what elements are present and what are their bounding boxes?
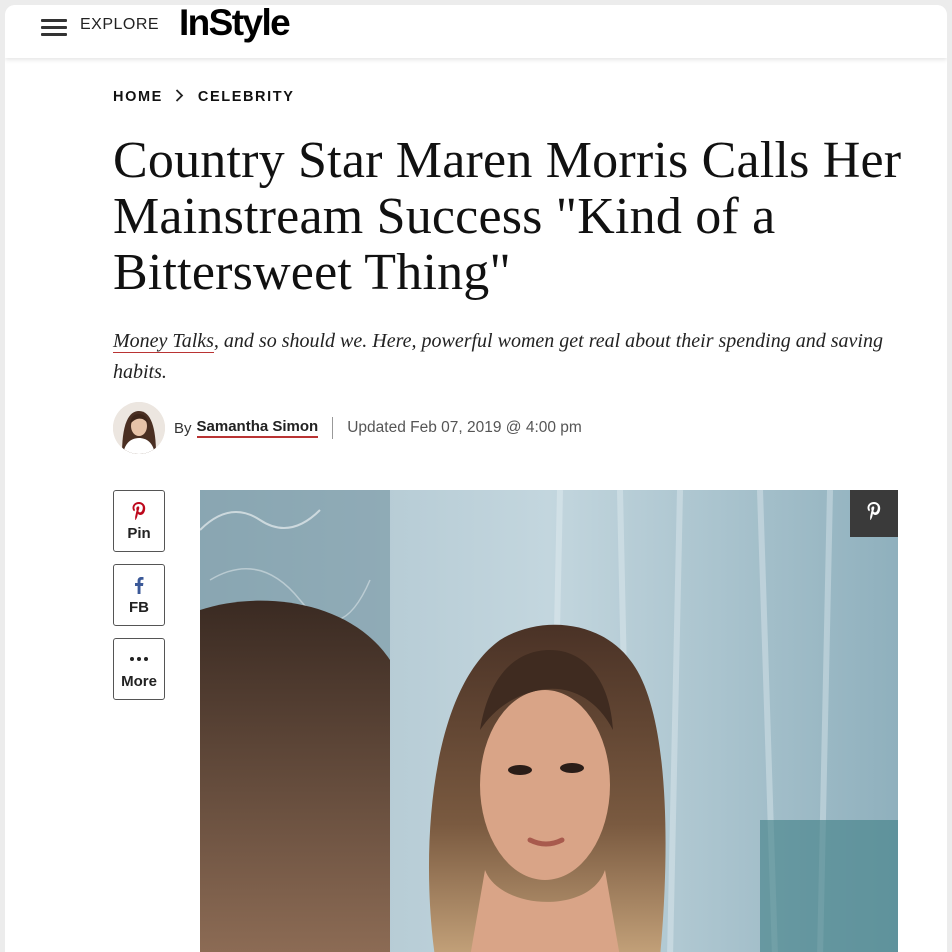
pin-image-button[interactable] bbox=[850, 490, 898, 537]
fb-label: FB bbox=[129, 598, 149, 616]
article-headline: Country Star Maren Morris Calls Her Main… bbox=[113, 132, 902, 301]
dek-text: , and so should we. Here, powerful women… bbox=[113, 330, 883, 383]
hero-photo-illustration bbox=[200, 490, 898, 952]
explore-menu-link[interactable]: EXPLORE bbox=[80, 16, 159, 34]
more-share-button[interactable]: More bbox=[113, 638, 165, 700]
chevron-right-icon bbox=[175, 89, 184, 105]
facebook-share-button[interactable]: FB bbox=[113, 564, 165, 626]
byline: By Samantha Simon Updated Feb 07, 2019 @… bbox=[113, 402, 582, 454]
article-dek: Money Talks, and so should we. Here, pow… bbox=[113, 326, 893, 388]
author-avatar[interactable] bbox=[113, 402, 165, 454]
pin-label: Pin bbox=[127, 524, 151, 542]
byline-divider bbox=[332, 417, 334, 439]
byline-prefix: By bbox=[174, 419, 192, 437]
hero-image[interactable] bbox=[200, 490, 898, 952]
site-logo[interactable]: InStyle bbox=[179, 5, 291, 44]
pin-share-button[interactable]: Pin bbox=[113, 490, 165, 552]
breadcrumb-celebrity-link[interactable]: CELEBRITY bbox=[198, 89, 295, 105]
hamburger-menu-icon[interactable] bbox=[41, 17, 67, 37]
page: EXPLORE InStyle HOME CELEBRITY Country S… bbox=[5, 5, 947, 952]
share-rail: Pin FB More bbox=[113, 490, 165, 712]
pinterest-icon bbox=[866, 501, 882, 526]
breadcrumb: HOME CELEBRITY bbox=[113, 89, 294, 105]
top-navigation-bar: EXPLORE InStyle bbox=[5, 5, 947, 58]
money-talks-link[interactable]: Money Talks bbox=[113, 330, 214, 353]
facebook-icon bbox=[134, 575, 144, 595]
updated-timestamp: Updated Feb 07, 2019 @ 4:00 pm bbox=[347, 419, 582, 436]
breadcrumb-home-link[interactable]: HOME bbox=[113, 89, 163, 105]
author-link[interactable]: Samantha Simon bbox=[196, 418, 319, 438]
pinterest-icon bbox=[131, 501, 147, 521]
more-label: More bbox=[121, 672, 157, 690]
more-dots-icon bbox=[129, 649, 149, 669]
